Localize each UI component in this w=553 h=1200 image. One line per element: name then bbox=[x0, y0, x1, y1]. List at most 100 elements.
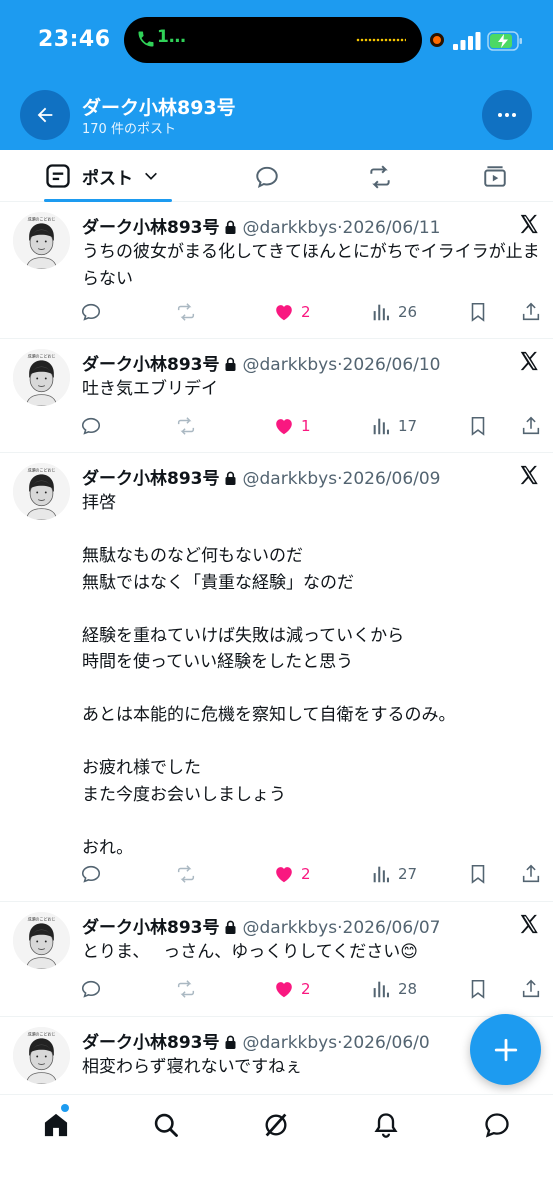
audio-waveform-icon bbox=[356, 38, 406, 42]
heart-icon bbox=[276, 305, 292, 321]
compose-button[interactable] bbox=[470, 1014, 541, 1085]
share-button[interactable] bbox=[520, 413, 542, 439]
lock-icon bbox=[225, 1035, 235, 1049]
views-button[interactable]: 28 bbox=[370, 976, 417, 1002]
like-button[interactable]: 2 bbox=[273, 861, 311, 887]
tweet-date[interactable]: 2026/06/10 bbox=[343, 355, 441, 374]
repost-button[interactable] bbox=[175, 413, 197, 439]
bookmark-button[interactable] bbox=[467, 299, 489, 325]
tweet-handle[interactable]: @darkkbys bbox=[243, 469, 338, 488]
recording-indicator-icon bbox=[430, 33, 444, 47]
bottom-navigation bbox=[0, 1094, 553, 1200]
share-button[interactable] bbox=[520, 976, 542, 1002]
more-options-button[interactable] bbox=[482, 90, 532, 140]
tweet-author-name[interactable]: ダーク小林893号 bbox=[82, 218, 220, 237]
analytics-icon bbox=[373, 304, 389, 321]
avatar[interactable]: 成瀬のこどおじ bbox=[13, 212, 70, 269]
view-count: 26 bbox=[398, 303, 418, 321]
tweet-item[interactable]: 成瀬のこどおじ ダーク小林893号 @darkkbys·2026/06/09 拝啓… bbox=[0, 454, 553, 902]
repost-button[interactable] bbox=[175, 299, 197, 325]
tweet-text: とりま、 っさん、ゆっくりしてください😊 bbox=[82, 942, 418, 962]
tweet-author-name[interactable]: ダーク小林893号 bbox=[82, 469, 220, 488]
like-count: 1 bbox=[301, 417, 311, 435]
tab-posts[interactable]: ポスト bbox=[44, 150, 172, 202]
lock-icon bbox=[225, 220, 235, 234]
repost-button[interactable] bbox=[175, 861, 197, 887]
reply-button[interactable] bbox=[80, 413, 102, 439]
tweet-handle[interactable]: @darkkbys bbox=[243, 1033, 338, 1052]
views-button[interactable]: 27 bbox=[370, 861, 417, 887]
view-count: 17 bbox=[398, 417, 418, 435]
like-button[interactable]: 2 bbox=[273, 976, 311, 1002]
home-icon[interactable] bbox=[42, 1111, 70, 1139]
avatar-face-icon: 成瀬のこどおじ bbox=[13, 912, 70, 969]
reply-button[interactable] bbox=[80, 861, 102, 887]
bookmark-button[interactable] bbox=[467, 976, 489, 1002]
repost-button[interactable] bbox=[175, 976, 197, 1002]
search-icon[interactable] bbox=[152, 1111, 180, 1139]
tab-media[interactable] bbox=[482, 164, 508, 190]
svg-text:成瀬のこどおじ: 成瀬のこどおじ bbox=[28, 354, 56, 359]
views-button[interactable]: 26 bbox=[370, 299, 417, 325]
notifications-bell-icon[interactable] bbox=[372, 1111, 400, 1139]
lock-icon bbox=[225, 471, 235, 485]
profile-header-bar: 23:46 1… ダーク小林893号 170 件のポスト bbox=[0, 0, 553, 150]
repost-icon bbox=[177, 865, 195, 883]
phone-call-icon bbox=[138, 31, 154, 47]
post-count: 170 件のポスト bbox=[82, 122, 176, 137]
lock-icon bbox=[225, 920, 235, 934]
tweet-text: うちの彼女がまる化してきてほんとにがちでイライラが止まらない bbox=[82, 242, 540, 289]
tweet-author-name[interactable]: ダーク小林893号 bbox=[82, 355, 220, 374]
views-button[interactable]: 17 bbox=[370, 413, 417, 439]
tweet-item[interactable]: 成瀬のこどおじ ダーク小林893号 @darkkbys·2026/06/07 とり… bbox=[0, 903, 553, 1017]
messages-icon[interactable] bbox=[483, 1111, 511, 1139]
tweet-header: ダーク小林893号 @darkkbys·2026/06/07 bbox=[82, 918, 441, 937]
avatar-face-icon: 成瀬のこどおじ bbox=[13, 349, 70, 406]
tweet-author-name[interactable]: ダーク小林893号 bbox=[82, 1033, 220, 1052]
tab-replies[interactable] bbox=[254, 164, 280, 190]
tweet-item[interactable]: 成瀬のこどおじ ダーク小林893号 @darkkbys·2026/06/10 吐き… bbox=[0, 340, 553, 453]
tweet-item[interactable]: 成瀬のこどおじ ダーク小林893号 @darkkbys·2026/06/11 うち… bbox=[0, 203, 553, 339]
bookmark-icon bbox=[471, 979, 485, 999]
tweet-text: 吐き気エブリデイ bbox=[82, 379, 218, 399]
tweet-handle[interactable]: @darkkbys bbox=[243, 218, 338, 237]
like-count: 2 bbox=[301, 980, 311, 998]
tab-posts-label: ポスト bbox=[82, 168, 133, 189]
reply-button[interactable] bbox=[80, 976, 102, 1002]
tweet-handle[interactable]: @darkkbys bbox=[243, 918, 338, 937]
tweet-date[interactable]: 2026/06/09 bbox=[343, 469, 441, 488]
tweet-handle[interactable]: @darkkbys bbox=[243, 355, 338, 374]
tab-reposts[interactable] bbox=[367, 164, 393, 190]
avatar[interactable]: 成瀬のこどおじ bbox=[13, 463, 70, 520]
tweet-author-name[interactable]: ダーク小林893号 bbox=[82, 918, 220, 937]
tweet-date[interactable]: 2026/06/07 bbox=[343, 918, 441, 937]
view-count: 27 bbox=[398, 865, 418, 883]
avatar[interactable]: 成瀬のこどおじ bbox=[13, 912, 70, 969]
reply-button[interactable] bbox=[80, 299, 102, 325]
more-horizontal-icon bbox=[498, 113, 516, 117]
share-button[interactable] bbox=[520, 861, 542, 887]
tweet-text: 拝啓 無駄なものなど何もないのだ 無駄ではなく「貴重な経験」なのだ 経験を重ねて… bbox=[82, 493, 456, 858]
share-button[interactable] bbox=[520, 299, 542, 325]
x-logo-icon bbox=[520, 214, 538, 234]
profile-name: ダーク小林893号 bbox=[82, 97, 236, 119]
grok-icon[interactable] bbox=[262, 1111, 290, 1139]
tweet-date[interactable]: 2026/06/0 bbox=[343, 1033, 430, 1052]
reply-icon bbox=[81, 303, 101, 321]
bookmark-button[interactable] bbox=[467, 861, 489, 887]
svg-text:成瀬のこどおじ: 成瀬のこどおじ bbox=[28, 917, 56, 922]
avatar[interactable]: 成瀬のこどおじ bbox=[13, 349, 70, 406]
dynamic-island[interactable]: 1… bbox=[124, 17, 422, 63]
tweet-header: ダーク小林893号 @darkkbys·2026/06/09 bbox=[82, 469, 441, 488]
bookmark-icon bbox=[471, 416, 485, 436]
avatar[interactable]: 成瀬のこどおじ bbox=[13, 1027, 70, 1084]
share-icon bbox=[522, 302, 540, 321]
battery-charging-icon bbox=[487, 31, 522, 51]
back-button[interactable] bbox=[20, 90, 70, 140]
cellular-signal-icon bbox=[453, 32, 481, 50]
like-button[interactable]: 2 bbox=[273, 299, 311, 325]
like-button[interactable]: 1 bbox=[273, 413, 311, 439]
tweet-date[interactable]: 2026/06/11 bbox=[343, 218, 441, 237]
bookmark-button[interactable] bbox=[467, 413, 489, 439]
tweet-actions: 2 27 bbox=[80, 861, 542, 887]
